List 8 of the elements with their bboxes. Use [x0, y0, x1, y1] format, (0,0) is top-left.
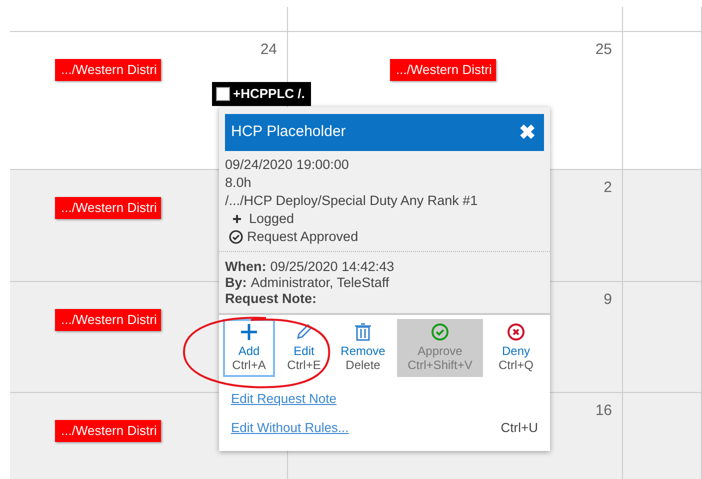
- detail-text: 8.0h: [225, 174, 252, 192]
- day-number: 24: [260, 40, 277, 60]
- day-number: 2: [604, 178, 612, 198]
- field-label: When:: [225, 259, 266, 275]
- day-number: 25: [595, 40, 612, 60]
- day-number: 9: [604, 290, 612, 310]
- day-number: 16: [595, 401, 612, 421]
- shortcut-text: Ctrl+U: [500, 418, 538, 436]
